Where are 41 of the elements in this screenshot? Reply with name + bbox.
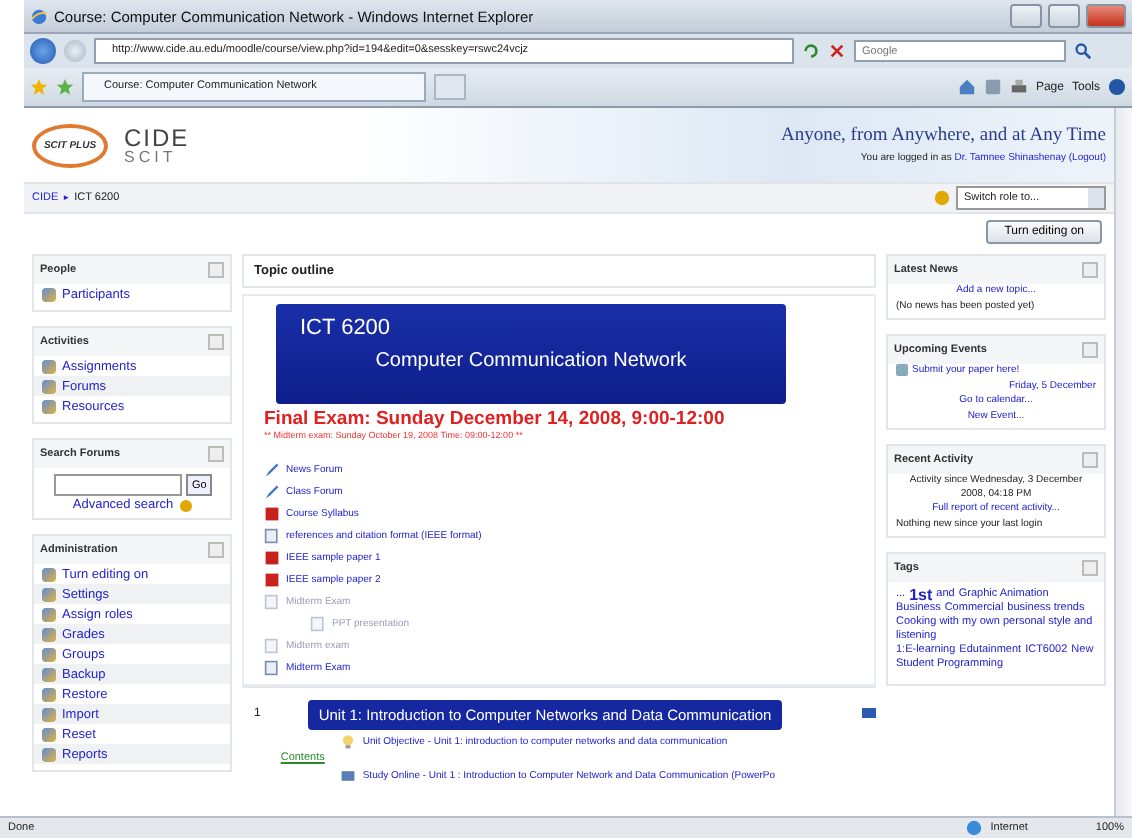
course-code: ICT 6200 <box>300 316 393 340</box>
search-icon[interactable] <box>1074 42 1092 60</box>
square-icon <box>862 708 876 718</box>
search-field[interactable] <box>54 474 182 496</box>
printer-icon[interactable] <box>1009 78 1028 96</box>
tag-link[interactable]: 1st <box>909 588 933 602</box>
logo-title: CIDE <box>124 125 190 149</box>
document-icon <box>264 527 280 543</box>
collapse-icon[interactable] <box>208 542 224 558</box>
forward-button[interactable] <box>64 40 86 62</box>
document-icon <box>310 615 326 631</box>
collapse-icon[interactable] <box>1082 560 1098 576</box>
collapse-icon[interactable] <box>208 262 224 278</box>
scroll-bar[interactable] <box>1114 108 1132 816</box>
new-tab-button[interactable] <box>434 74 466 100</box>
menu-item-icon <box>42 287 56 301</box>
presentation-icon <box>340 767 357 783</box>
event-icon <box>896 364 908 377</box>
collapse-icon[interactable] <box>1082 342 1098 358</box>
collapse-icon[interactable] <box>208 446 224 462</box>
add-favorite-icon[interactable] <box>56 78 74 96</box>
final-exam-notice: Final Exam: Sunday December 14, 2008, 9:00-12:00 <box>264 408 727 430</box>
maximize-button[interactable] <box>1048 4 1080 28</box>
collapse-icon[interactable] <box>208 334 224 350</box>
tagline: Anyone, from Anywhere, and at Any Time <box>780 126 1106 146</box>
browser-icon <box>30 7 48 25</box>
caret-icon <box>1088 188 1104 208</box>
pdf-icon <box>264 505 280 521</box>
collapse-icon[interactable] <box>1082 452 1098 468</box>
home-icon[interactable] <box>957 78 976 96</box>
star-icon[interactable] <box>30 78 48 96</box>
refresh-icon[interactable] <box>802 42 820 60</box>
lightbulb-icon <box>340 733 357 749</box>
document-icon <box>264 593 280 609</box>
collapse-icon[interactable] <box>1082 262 1098 278</box>
logo-subtitle: SCIT <box>124 149 179 165</box>
back-button[interactable] <box>30 38 56 64</box>
course-name: Computer Communication Network <box>375 350 687 372</box>
stop-icon[interactable] <box>828 42 846 60</box>
minimize-button[interactable] <box>1010 4 1042 28</box>
close-button[interactable] <box>1086 4 1126 28</box>
